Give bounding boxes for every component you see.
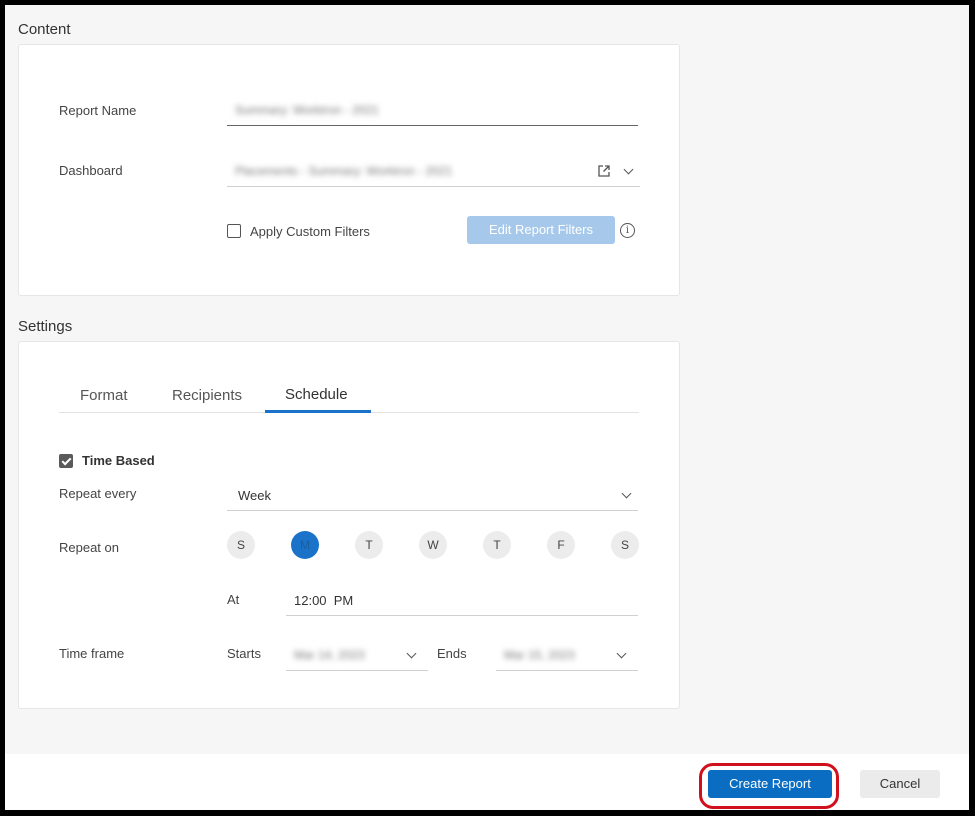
time-frame-label: Time frame: [59, 646, 125, 661]
end-date-value: Mar 15, 2023: [504, 648, 575, 662]
chevron-down-icon[interactable]: [616, 648, 627, 659]
start-date-select[interactable]: Mar 14, 2023: [286, 640, 428, 671]
day-friday[interactable]: F: [547, 531, 575, 559]
dashboard-label: Dashboard: [59, 163, 123, 178]
create-report-dialog: Content Report Name Summary: Worktron - …: [5, 5, 969, 810]
day-monday[interactable]: M: [291, 531, 319, 559]
day-wednesday[interactable]: W: [419, 531, 447, 559]
end-date-select[interactable]: Mar 15, 2023: [496, 640, 638, 671]
info-icon[interactable]: i: [620, 223, 635, 238]
day-thursday[interactable]: T: [483, 531, 511, 559]
dashboard-value: Placements - Summary: Worktron - 2021: [235, 164, 453, 178]
time-based-checkbox[interactable]: [59, 454, 73, 468]
report-name-value: Summary: Worktron - 2021: [235, 103, 379, 117]
ends-label: Ends: [437, 646, 467, 661]
content-card: Report Name Summary: Worktron - 2021 Das…: [18, 44, 680, 296]
start-date-value: Mar 14, 2023: [294, 648, 365, 662]
chevron-down-icon[interactable]: [406, 648, 417, 659]
at-label: At: [227, 592, 240, 607]
day-saturday[interactable]: S: [611, 531, 639, 559]
apply-custom-filters-label: Apply Custom Filters: [250, 224, 370, 239]
day-sunday[interactable]: S: [227, 531, 255, 559]
time-based-label: Time Based: [82, 453, 155, 468]
external-link-icon[interactable]: [597, 164, 611, 178]
report-name-input[interactable]: Summary: Worktron - 2021: [227, 95, 638, 126]
cancel-button[interactable]: Cancel: [860, 770, 940, 798]
report-name-label: Report Name: [59, 103, 137, 118]
apply-custom-filters-checkbox[interactable]: [227, 224, 241, 238]
tab-recipients[interactable]: Recipients: [172, 387, 242, 404]
starts-label: Starts: [227, 646, 261, 661]
repeat-on-label: Repeat on: [59, 540, 119, 555]
time-value: 12:00 PM: [294, 593, 354, 608]
tab-format[interactable]: Format: [80, 387, 128, 404]
repeat-every-select[interactable]: Week: [227, 480, 638, 511]
dialog-footer: Create Report Cancel: [5, 754, 969, 810]
chevron-down-icon[interactable]: [621, 488, 632, 499]
settings-card: Format Recipients Schedule Time Based Re…: [18, 341, 680, 709]
tab-schedule[interactable]: Schedule: [285, 386, 348, 403]
repeat-every-value: Week: [238, 488, 271, 503]
settings-section-title: Settings: [18, 318, 73, 335]
day-tuesday[interactable]: T: [355, 531, 383, 559]
edit-report-filters-button[interactable]: Edit Report Filters: [467, 216, 615, 244]
create-report-button[interactable]: Create Report: [708, 770, 832, 798]
chevron-down-icon[interactable]: [623, 164, 634, 175]
dashboard-select[interactable]: Placements - Summary: Worktron - 2021: [227, 156, 640, 187]
content-section-title: Content: [18, 21, 71, 38]
repeat-every-label: Repeat every: [59, 486, 137, 501]
active-tab-underline: [265, 410, 371, 413]
time-input[interactable]: 12:00 PM: [286, 585, 638, 616]
